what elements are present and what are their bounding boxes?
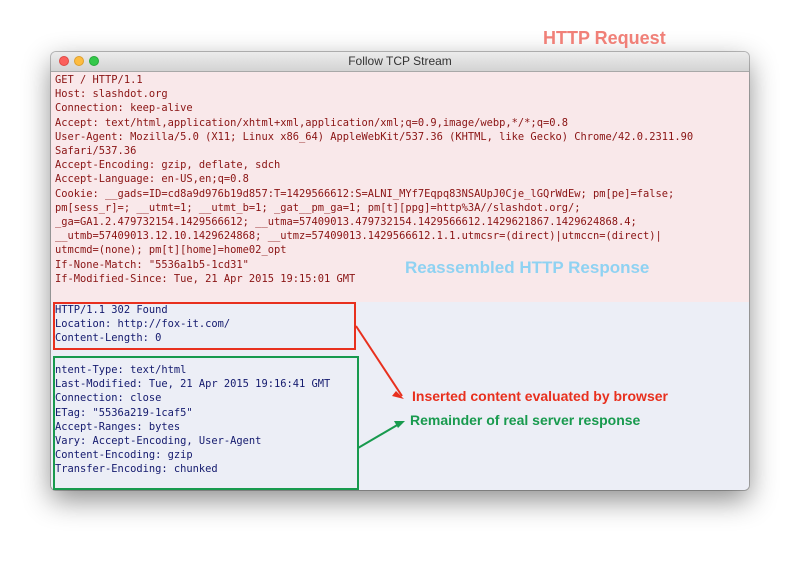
inserted-arrow-line: [355, 325, 403, 397]
real-arrow-line: [357, 423, 400, 449]
annotation-arrows: [355, 325, 405, 449]
real-response-annotation: Remainder of real server response: [410, 412, 641, 428]
inserted-content-annotation: Inserted content evaluated by browser: [412, 388, 668, 404]
